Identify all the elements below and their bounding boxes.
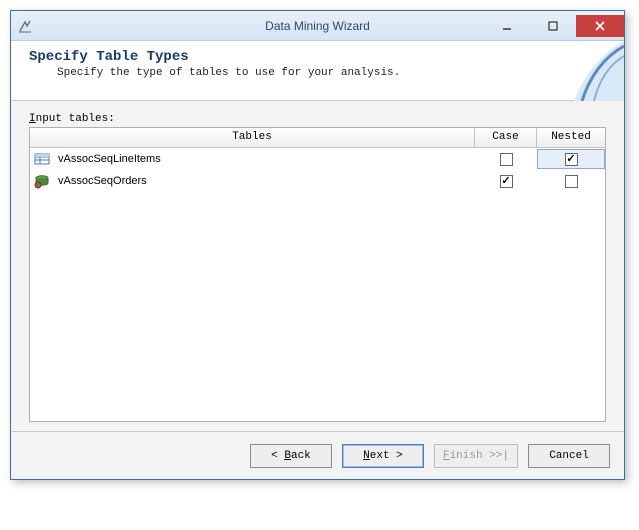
wizard-header: Specify Table Types Specify the type of … <box>11 41 624 101</box>
table-name-cell: vAssocSeqLineItems <box>30 151 475 167</box>
case-checkbox[interactable]: ✓ <box>500 175 513 188</box>
close-button[interactable] <box>576 15 624 37</box>
back-button[interactable]: < Back <box>250 444 332 468</box>
nested-checkbox[interactable] <box>565 175 578 188</box>
content-area: Input tables: Tables Case Nested vAssocS… <box>11 101 624 431</box>
table-row[interactable]: vAssocSeqOrders ✓ <box>30 170 605 192</box>
maximize-button[interactable] <box>530 15 576 37</box>
nested-cell[interactable] <box>537 175 605 188</box>
grid-body: vAssocSeqLineItems ✓ vAssocSeqOrders ✓ <box>30 148 605 192</box>
app-icon <box>17 18 33 34</box>
column-header-nested[interactable]: Nested <box>537 128 605 147</box>
button-bar: < Back Next > Finish >>| Cancel <box>11 431 624 479</box>
nested-cell[interactable]: ✓ <box>537 149 605 169</box>
case-checkbox[interactable] <box>500 153 513 166</box>
page-subtitle: Specify the type of tables to use for yo… <box>57 67 606 79</box>
wizard-window: Data Mining Wizard Specify Table Types S… <box>10 10 625 480</box>
table-name: vAssocSeqOrders <box>58 175 147 187</box>
titlebar: Data Mining Wizard <box>11 11 624 41</box>
cube-icon <box>34 173 50 189</box>
table-row[interactable]: vAssocSeqLineItems ✓ <box>30 148 605 170</box>
window-controls <box>484 15 624 37</box>
cancel-button[interactable]: Cancel <box>528 444 610 468</box>
page-title: Specify Table Types <box>29 49 606 65</box>
table-icon <box>34 151 50 167</box>
window-title: Data Mining Wizard <box>265 19 370 33</box>
column-header-tables[interactable]: Tables <box>30 128 475 147</box>
input-tables-label: Input tables: <box>29 113 606 125</box>
input-tables-grid: Tables Case Nested vAssocSeqLineItems✓vA… <box>29 127 606 422</box>
case-cell[interactable]: ✓ <box>475 175 537 188</box>
nested-checkbox[interactable]: ✓ <box>565 153 578 166</box>
finish-button: Finish >>| <box>434 444 518 468</box>
grid-header: Tables Case Nested <box>30 128 605 148</box>
next-button[interactable]: Next > <box>342 444 424 468</box>
case-cell[interactable] <box>475 153 537 166</box>
table-name-cell: vAssocSeqOrders <box>30 173 475 189</box>
minimize-button[interactable] <box>484 15 530 37</box>
column-header-case[interactable]: Case <box>475 128 537 147</box>
header-graphic-icon <box>554 41 624 101</box>
table-name: vAssocSeqLineItems <box>58 153 161 165</box>
